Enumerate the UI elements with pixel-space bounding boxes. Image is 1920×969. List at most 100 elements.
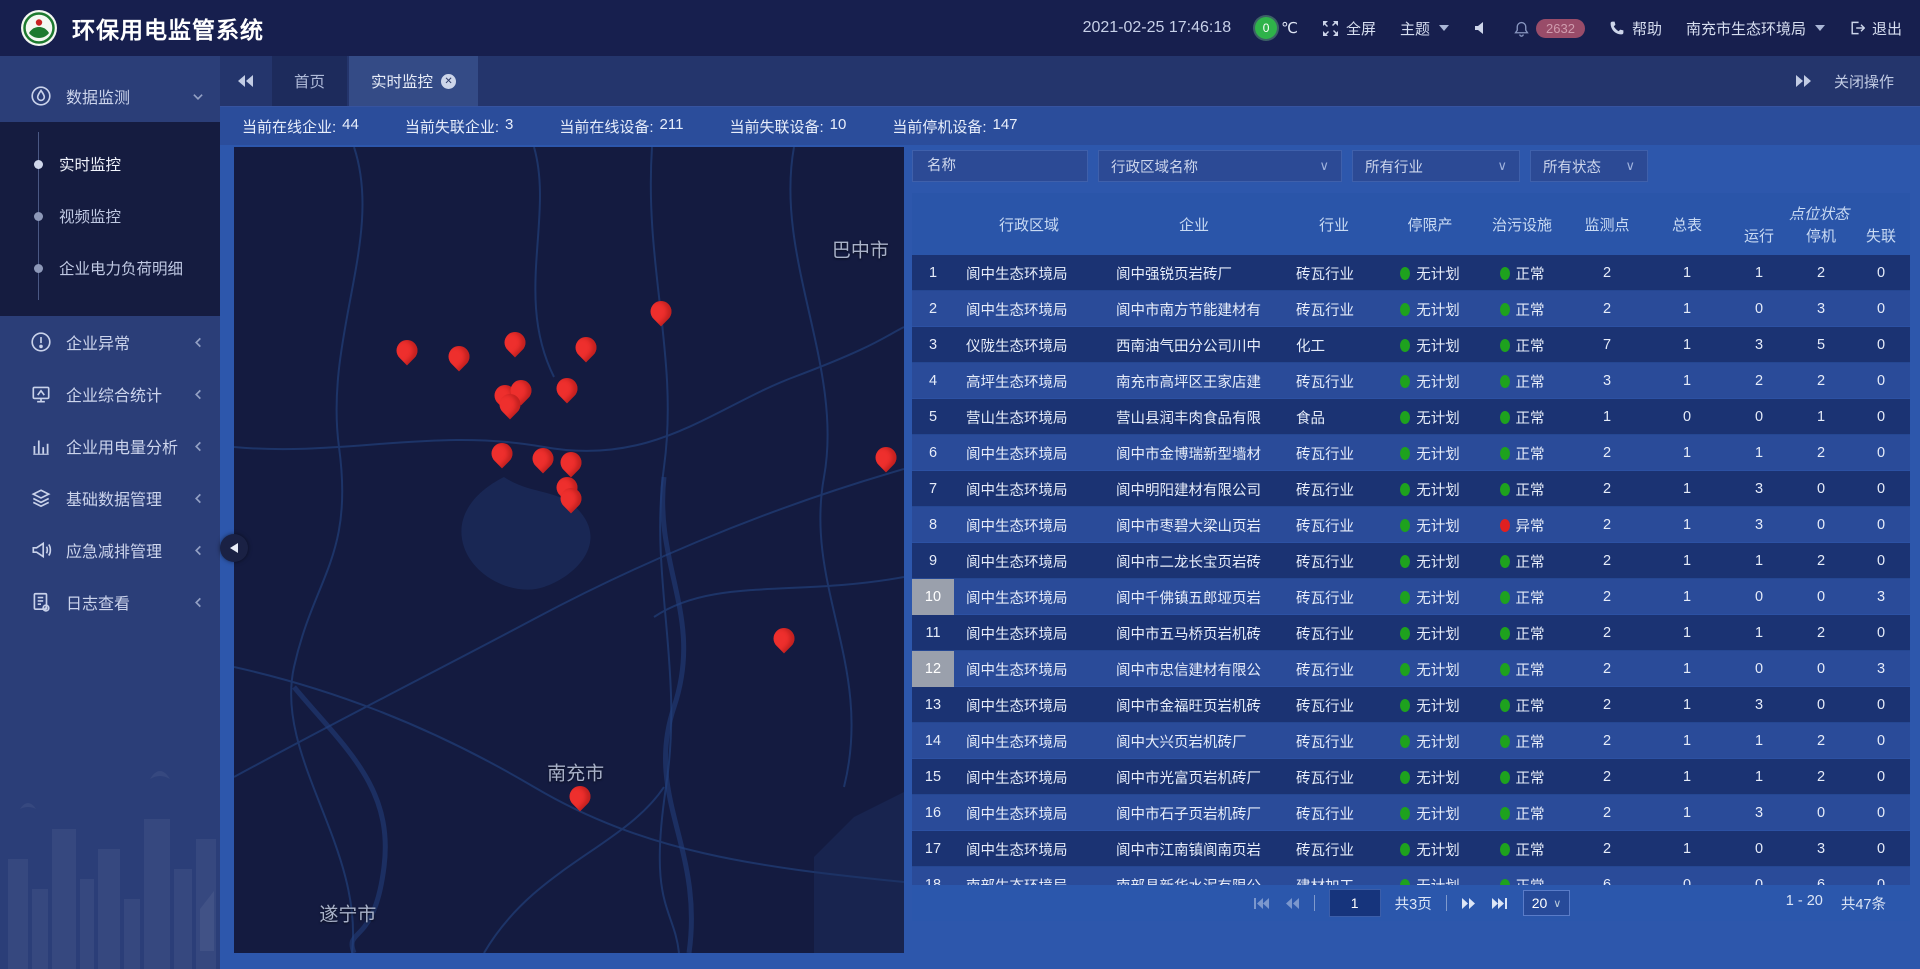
table-row[interactable]: 3仪陇生态环境局西南油气田分公司川中化工无计划正常71350 xyxy=(912,327,1910,363)
cell-region: 阆中生态环境局 xyxy=(954,803,1104,824)
name-filter-field[interactable] xyxy=(912,150,1088,182)
cell-run: 3 xyxy=(1728,805,1790,821)
table-row[interactable]: 1阆中生态环境局阆中强锐页岩砖厂砖瓦行业无计划正常21120 xyxy=(912,255,1910,291)
chevron-left-icon xyxy=(192,492,204,504)
table-row[interactable]: 18南部生态环境局南部县新华水泥有限公建材加工无计划正常60060 xyxy=(912,867,1910,885)
notifications[interactable]: 2632 xyxy=(1513,19,1585,38)
chevron-left-icon xyxy=(192,336,204,348)
sidebar-item-emergency-reduction-management[interactable]: 应急减排管理 xyxy=(0,524,220,576)
sidebar-item-enterprise-power-analysis[interactable]: 企业用电量分析 xyxy=(0,420,220,472)
cell-points: 2 xyxy=(1568,625,1646,641)
status-dot-icon xyxy=(1500,735,1510,748)
sidebar-item-realtime-monitoring[interactable]: 实时监控 xyxy=(39,138,220,190)
table-row[interactable]: 9阆中生态环境局阆中市二龙长宝页岩砖砖瓦行业无计划正常21120 xyxy=(912,543,1910,579)
cell-run: 1 xyxy=(1728,553,1790,569)
table-row[interactable]: 13阆中生态环境局阆中市金福旺页岩机砖砖瓦行业无计划正常21300 xyxy=(912,687,1910,723)
cell-index: 14 xyxy=(912,723,954,759)
table-row[interactable]: 10阆中生态环境局阆中千佛镇五郎垭页岩砖瓦行业无计划正常21003 xyxy=(912,579,1910,615)
page-size-select[interactable]: 20 ∨ xyxy=(1523,890,1571,916)
sidebar-item-data-monitoring[interactable]: 数据监测 xyxy=(0,70,220,122)
page-number-input[interactable] xyxy=(1329,889,1381,917)
table-row[interactable]: 17阆中生态环境局阆中市江南镇阆南页岩砖瓦行业无计划正常21030 xyxy=(912,831,1910,867)
map-panel[interactable]: 巴中市南充市遂宁市 xyxy=(234,147,904,953)
speaker-button[interactable] xyxy=(1473,20,1489,36)
cell-limit-status: 无计划 xyxy=(1384,839,1476,860)
stat-item: 当前停机设备:147 xyxy=(892,116,1017,137)
sidebar-item-enterprise-abnormal[interactable]: 企业异常 xyxy=(0,316,220,368)
speaker-icon xyxy=(1473,20,1489,36)
stats-bar: 当前在线企业:44当前失联企业:3当前在线设备:211当前失联设备:10当前停机… xyxy=(220,106,1920,145)
sidebar-item-enterprise-power-load-detail[interactable]: 企业电力负荷明细 xyxy=(39,242,220,294)
tab-close-icon[interactable]: ✕ xyxy=(441,74,456,89)
status-filter-select[interactable]: 所有状态 ∨ xyxy=(1530,150,1648,182)
cell-company: 阆中市五马桥页岩机砖 xyxy=(1104,623,1284,644)
cell-facility-status: 正常 xyxy=(1476,803,1568,824)
temperature-unit: ℃ xyxy=(1281,19,1298,37)
cell-run: 3 xyxy=(1728,697,1790,713)
close-operations-button[interactable]: 关闭操作 xyxy=(1834,71,1894,92)
cell-points: 2 xyxy=(1568,301,1646,317)
tabs-scroll-left-button[interactable] xyxy=(220,56,272,106)
cell-limit-status: 无计划 xyxy=(1384,659,1476,680)
help-button[interactable]: 帮助 xyxy=(1609,18,1662,39)
col-header-industry: 行业 xyxy=(1284,214,1384,235)
status-dot-icon xyxy=(1400,807,1410,820)
cell-region: 阆中生态环境局 xyxy=(954,479,1104,500)
table-row[interactable]: 6阆中生态环境局阆中市金博瑞新型墙材砖瓦行业无计划正常21120 xyxy=(912,435,1910,471)
table-row[interactable]: 16阆中生态环境局阆中市石子页岩机砖厂砖瓦行业无计划正常21300 xyxy=(912,795,1910,831)
map-collapse-button[interactable] xyxy=(220,534,248,562)
name-filter-input[interactable] xyxy=(925,157,1075,175)
table-row[interactable]: 7阆中生态环境局阆中明阳建材有限公司砖瓦行业无计划正常21300 xyxy=(912,471,1910,507)
table-row[interactable]: 2阆中生态环境局阆中市南方节能建材有砖瓦行业无计划正常21030 xyxy=(912,291,1910,327)
cell-limit-status: 无计划 xyxy=(1384,767,1476,788)
cell-run: 1 xyxy=(1728,625,1790,641)
cell-limit-status: 无计划 xyxy=(1384,551,1476,572)
cell-lost: 0 xyxy=(1852,337,1910,353)
chevron-left-icon xyxy=(192,544,204,556)
org-dropdown[interactable]: 南充市生态环境局 xyxy=(1686,18,1825,39)
tabs-scroll-right-button[interactable] xyxy=(1794,74,1812,88)
tab-实时监控[interactable]: 实时监控✕ xyxy=(349,56,478,106)
cell-region: 阆中生态环境局 xyxy=(954,299,1104,320)
cell-points: 2 xyxy=(1568,265,1646,281)
datetime-label: 2021-02-25 17:46:18 xyxy=(1083,19,1232,37)
bullet-dot-icon xyxy=(34,160,43,169)
status-dot-icon xyxy=(1400,483,1410,496)
theme-dropdown[interactable]: 主题 xyxy=(1400,18,1449,39)
cell-limit-status: 无计划 xyxy=(1384,299,1476,320)
filter-bar: 行政区域名称 ∨ 所有行业 ∨ 所有状态 ∨ xyxy=(912,147,1910,185)
table-row[interactable]: 4高坪生态环境局南充市高坪区王家店建砖瓦行业无计划正常31220 xyxy=(912,363,1910,399)
table-row[interactable]: 14阆中生态环境局阆中大兴页岩机砖厂砖瓦行业无计划正常21120 xyxy=(912,723,1910,759)
sidebar-item-basic-data-management[interactable]: 基础数据管理 xyxy=(0,472,220,524)
tabbar-right: 关闭操作 xyxy=(1794,56,1920,106)
sidebar-item-video-monitoring[interactable]: 视频监控 xyxy=(39,190,220,242)
sidebar-item-enterprise-comprehensive-stats[interactable]: 企业综合统计 xyxy=(0,368,220,420)
status-dot-icon xyxy=(1500,699,1510,712)
cell-company: 阆中市石子页岩机砖厂 xyxy=(1104,803,1284,824)
logout-button[interactable]: 退出 xyxy=(1849,18,1902,39)
table-row[interactable]: 5营山生态环境局营山县润丰肉食品有限食品无计划正常10010 xyxy=(912,399,1910,435)
table-row[interactable]: 15阆中生态环境局阆中市光富页岩机砖厂砖瓦行业无计划正常21120 xyxy=(912,759,1910,795)
region-filter-select[interactable]: 行政区域名称 ∨ xyxy=(1098,150,1342,182)
sidebar-item-log-view[interactable]: 日志查看 xyxy=(0,576,220,628)
industry-filter-select[interactable]: 所有行业 ∨ xyxy=(1352,150,1520,182)
cell-industry: 砖瓦行业 xyxy=(1284,551,1384,572)
tab-首页[interactable]: 首页 xyxy=(272,56,347,106)
next-page-button[interactable] xyxy=(1461,897,1477,910)
col-header-region: 行政区域 xyxy=(954,214,1104,235)
cell-industry: 砖瓦行业 xyxy=(1284,263,1384,284)
last-page-button[interactable] xyxy=(1491,897,1509,910)
chevron-down-icon xyxy=(1815,25,1825,31)
table-row[interactable]: 11阆中生态环境局阆中市五马桥页岩机砖砖瓦行业无计划正常21120 xyxy=(912,615,1910,651)
cell-run: 3 xyxy=(1728,337,1790,353)
fullscreen-button[interactable]: 全屏 xyxy=(1322,18,1376,39)
cell-index: 18 xyxy=(912,867,954,885)
prev-page-button[interactable] xyxy=(1284,897,1300,910)
first-page-button[interactable] xyxy=(1252,897,1270,910)
cell-run: 3 xyxy=(1728,517,1790,533)
table-row[interactable]: 12阆中生态环境局阆中市忠信建材有限公砖瓦行业无计划正常21003 xyxy=(912,651,1910,687)
col-header-meters: 总表 xyxy=(1646,214,1728,235)
stat-label: 当前停机设备: xyxy=(892,116,986,137)
table-row[interactable]: 8阆中生态环境局阆中市枣碧大梁山页岩砖瓦行业无计划异常21300 xyxy=(912,507,1910,543)
cell-company: 阆中市江南镇阆南页岩 xyxy=(1104,839,1284,860)
